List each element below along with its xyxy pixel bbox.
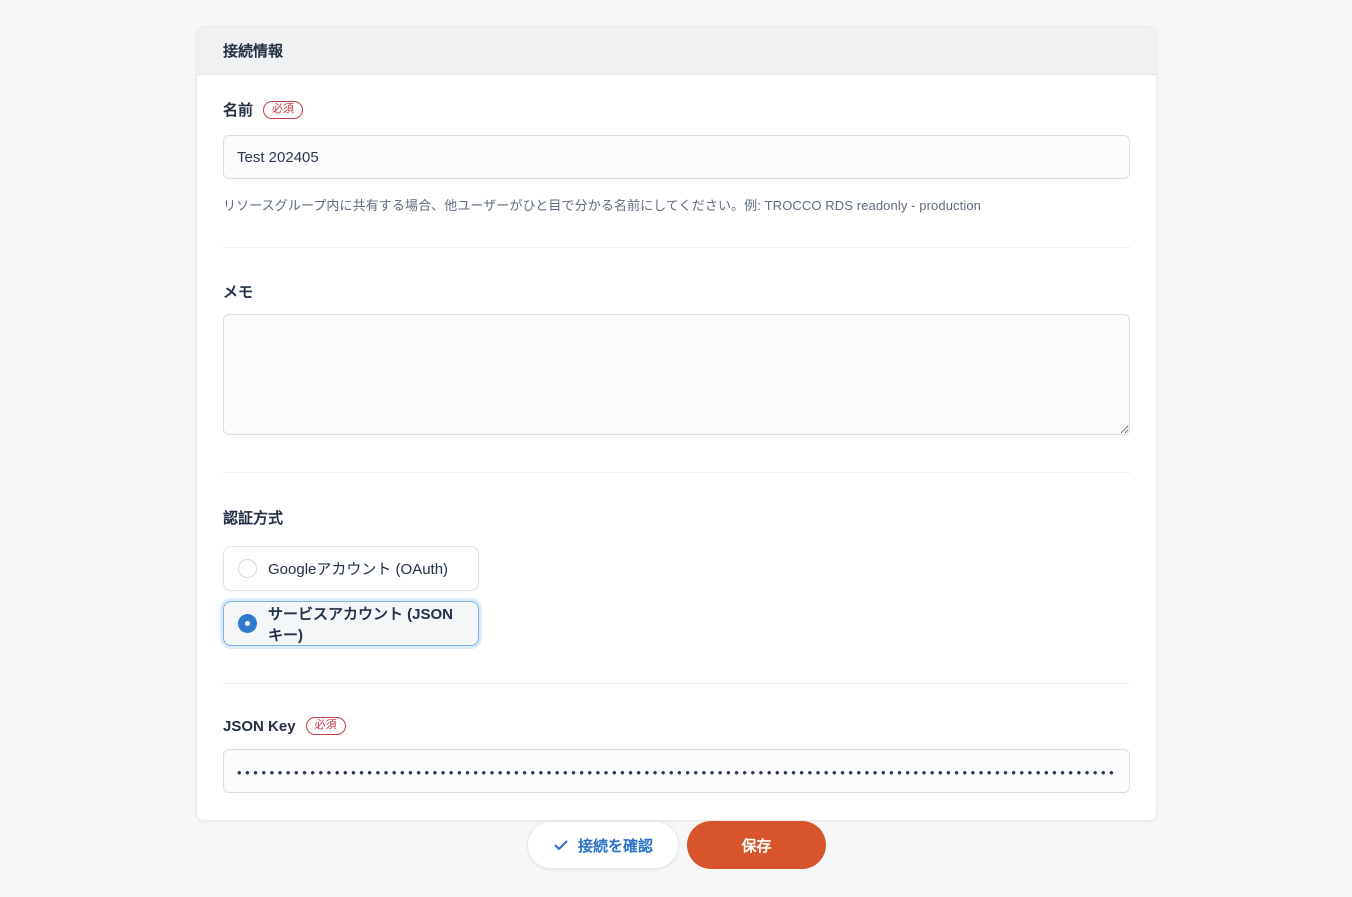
save-label: 保存 bbox=[741, 837, 772, 855]
json-key-section: JSON Key 必須 ••••••••••••••••••••••••••••… bbox=[223, 684, 1130, 820]
memo-label: メモ bbox=[223, 284, 254, 301]
card-title: 接続情報 bbox=[223, 43, 284, 60]
save-button[interactable]: 保存 bbox=[687, 821, 826, 869]
json-key-input[interactable]: ••••••••••••••••••••••••••••••••••••••••… bbox=[223, 749, 1130, 793]
json-key-masked-value: ••••••••••••••••••••••••••••••••••••••••… bbox=[237, 764, 1116, 780]
card-header: 接続情報 bbox=[197, 27, 1156, 75]
json-key-label-row: JSON Key 必須 bbox=[223, 717, 1130, 735]
card-body: 名前 必須 リソースグループ内に共有する場合、他ユーザーがひと目で分かる名前にし… bbox=[197, 75, 1156, 820]
name-section: 名前 必須 リソースグループ内に共有する場合、他ユーザーがひと目で分かる名前にし… bbox=[223, 75, 1130, 248]
form-actions: 接続を確認 保存 bbox=[196, 821, 1157, 869]
auth-option-google-oauth[interactable]: Googleアカウント (OAuth) bbox=[223, 546, 479, 591]
checkmark-icon bbox=[553, 837, 569, 853]
check-connection-label: 接続を確認 bbox=[577, 837, 653, 855]
auth-option-label: Googleアカウント (OAuth) bbox=[268, 561, 449, 578]
auth-method-section: 認証方式 Googleアカウント (OAuth) サービスアカウント (JSON… bbox=[223, 473, 1130, 684]
auth-method-label: 認証方式 bbox=[223, 510, 284, 527]
name-input[interactable] bbox=[223, 135, 1130, 179]
check-connection-button[interactable]: 接続を確認 bbox=[526, 821, 679, 869]
memo-section: メモ bbox=[223, 248, 1130, 473]
name-label: 名前 bbox=[223, 102, 254, 119]
auth-option-label: サービスアカウント (JSONキー) bbox=[268, 605, 454, 644]
name-required-badge: 必須 bbox=[263, 100, 304, 119]
auth-label-row: 認証方式 bbox=[223, 507, 1130, 528]
json-key-label: JSON Key bbox=[223, 717, 296, 735]
connection-info-card: 接続情報 名前 必須 リソースグループ内に共有する場合、他ユーザーがひと目で分か… bbox=[196, 26, 1157, 821]
memo-label-row: メモ bbox=[223, 281, 1130, 302]
name-label-row: 名前 必須 bbox=[223, 99, 1130, 120]
auth-option-service-account[interactable]: サービスアカウント (JSONキー) bbox=[223, 601, 479, 646]
json-key-required-badge: 必須 bbox=[305, 717, 346, 735]
name-help-text: リソースグループ内に共有する場合、他ユーザーがひと目で分かる名前にしてください。… bbox=[223, 198, 981, 213]
radio-selected-icon bbox=[238, 614, 257, 633]
memo-textarea[interactable] bbox=[223, 314, 1130, 435]
radio-unselected-icon bbox=[238, 559, 257, 578]
